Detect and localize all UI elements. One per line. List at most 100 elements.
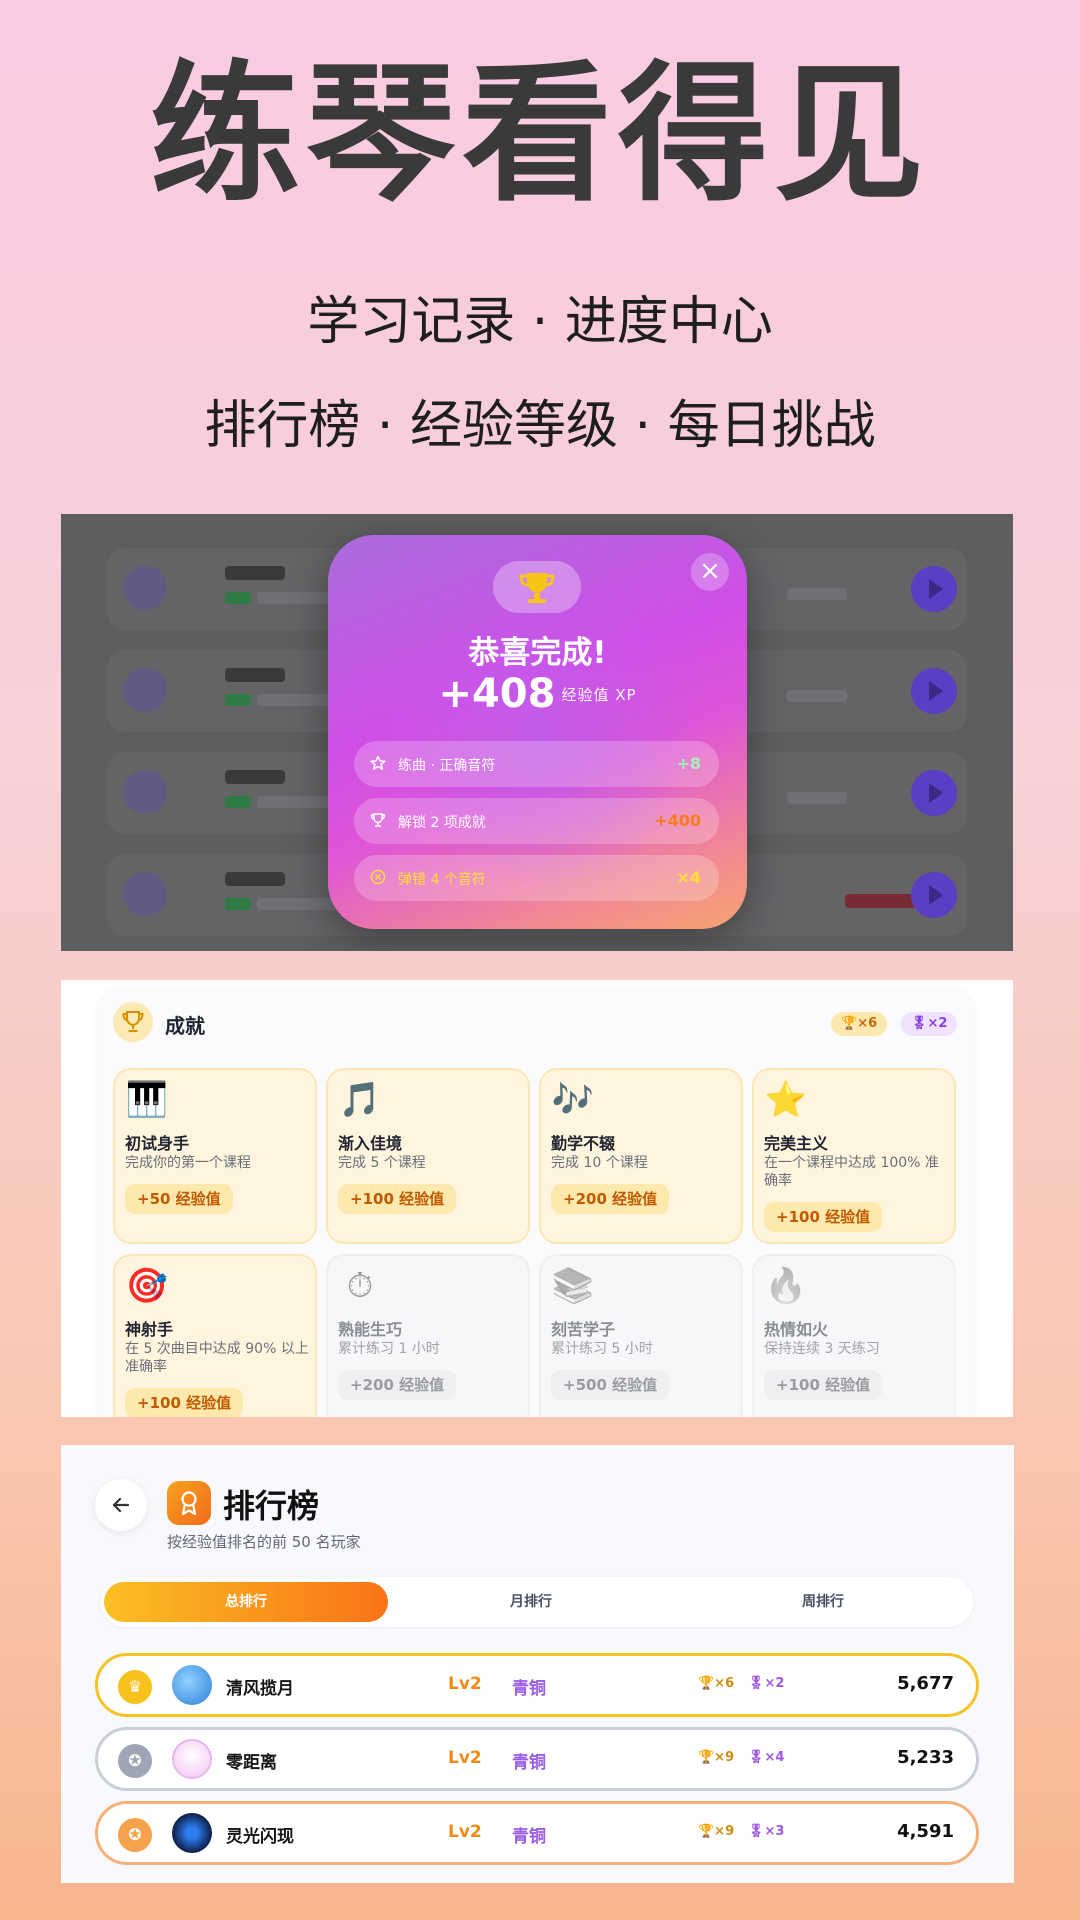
reward-row-notes: 练曲 · 正确音符 +8 [354,741,719,787]
leaderboard-row[interactable]: ✪ 灵光闪现 Lv2 青铜 🏆×9 🎖×3 4,591 [95,1801,979,1865]
tab-monthly[interactable]: 月排行 [431,1582,631,1622]
player-level: Lv2 [448,1674,482,1694]
xp-unit: 经验值 XP [561,685,637,704]
achievement-xp: +200 经验值 [551,1184,670,1214]
achievement-desc: 在一个课程中达成 100% 准确率 [764,1155,939,1189]
hero-title: 练琴看得见 [149,48,930,222]
reward-row-mistakes: 弹错 4 个音符 ×4 [354,855,719,901]
medal-count: 🎖×3 [748,1824,785,1839]
music-note-icon: 🎵 [338,1080,382,1120]
achievement-desc: 在 5 次曲目中达成 90% 以上准确率 [125,1341,309,1375]
tab-weekly[interactable]: 周排行 [723,1582,923,1622]
achievement-name: 完美主义 [764,1134,829,1153]
target-icon: 🎯 [125,1266,169,1306]
player-score: 5,233 [897,1747,954,1768]
player-level: Lv2 [448,1822,482,1842]
achievement-name: 刻苦学子 [551,1320,616,1339]
player-score: 5,677 [897,1673,954,1694]
achievement-xp: +50 经验值 [125,1184,233,1214]
ranking-tabs: 总排行 月排行 周排行 [101,1577,973,1627]
trophy-count: ×6 [857,1016,878,1031]
stopwatch-icon: ⏱ [346,1266,374,1306]
trophy-icon [370,812,386,832]
achievement-xp: +200 经验值 [338,1370,457,1400]
achievements-screenshot: 成就 🏆×6 🎖×2 🎹 初试身手 完成你的第一个课程 +50 经验值 🎵 渐入… [61,980,1013,1417]
achievement-name: 神射手 [125,1320,174,1339]
leaderboard-row[interactable]: ✪ 零距离 Lv2 青铜 🏆×9 🎖×4 5,233 [95,1727,979,1791]
achievement-tile[interactable]: 🎯 神射手 在 5 次曲目中达成 90% 以上准确率 +100 经验值 [113,1254,317,1417]
reward-value: ×4 [676,868,701,887]
music-notes-icon: 🎶 [551,1080,595,1120]
close-icon[interactable]: × [691,553,729,591]
achievement-tile[interactable]: 🎹 初试身手 完成你的第一个课程 +50 经验值 [113,1068,317,1244]
leaderboard-screenshot: 排行榜 按经验值排名的前 50 名玩家 总排行 月排行 周排行 ♛ 清风揽月 L… [61,1445,1014,1883]
leaderboard-title: 排行榜 [223,1487,320,1525]
medal-count: 🎖×4 [748,1750,785,1765]
achievements-title: 成就 [165,1014,205,1038]
achievement-xp: +100 经验值 [338,1184,457,1214]
achievement-xp: +100 经验值 [764,1370,883,1400]
xp-value: +408 [438,671,556,717]
trophy-icon [113,1002,153,1042]
player-name: 清风揽月 [226,1679,294,1699]
error-circle-icon [370,869,386,889]
medal-icon: ✪ [118,1744,152,1778]
player-tier: 青铜 [512,1827,546,1847]
achievement-desc: 保持连续 3 天练习 [764,1341,880,1357]
medal-icon [167,1481,211,1525]
leaderboard-row[interactable]: ♛ 清风揽月 Lv2 青铜 🏆×6 🎖×2 5,677 [95,1653,979,1717]
play-icon [911,566,957,612]
player-score: 4,591 [897,1821,954,1842]
reward-value: +400 [654,811,701,830]
trophy-count: 🏆×6 [698,1676,735,1691]
completion-screenshot: × 恭喜完成! +408 经验值 XP 练曲 · 正确音符 +8 解锁 2 项成… [61,514,1013,951]
back-button[interactable] [95,1479,147,1531]
fire-icon: 🔥 [764,1266,808,1306]
hero-subtitle-2: 排行榜 · 经验等级 · 每日挑战 [204,396,876,456]
achievement-tile[interactable]: 🎶 勤学不辍 完成 10 个课程 +200 经验值 [539,1068,743,1244]
star-icon [370,755,386,775]
reward-label: 弹错 4 个音符 [398,872,486,888]
player-tier: 青铜 [512,1753,546,1773]
achievement-desc: 累计练习 5 小时 [551,1341,653,1357]
hero-subtitle-1: 学习记录 · 进度中心 [307,292,773,352]
achievement-tile-locked[interactable]: 🔥 热情如火 保持连续 3 天练习 +100 经验值 [752,1254,956,1417]
avatar [172,1665,212,1705]
medal-count: 🎖×2 [748,1676,785,1691]
star-icon: ⭐ [764,1080,808,1120]
player-name: 零距离 [226,1753,277,1773]
play-icon [911,770,957,816]
player-name: 灵光闪现 [226,1827,294,1847]
achievement-tile-locked[interactable]: 📚 刻苦学子 累计练习 5 小时 +500 经验值 [539,1254,743,1417]
achievement-desc: 完成 10 个课程 [551,1155,648,1171]
play-icon [911,668,957,714]
player-tier: 青铜 [512,1679,546,1699]
achievement-name: 热情如火 [764,1320,829,1339]
achievement-tile[interactable]: 🎵 渐入佳境 完成 5 个课程 +100 经验值 [326,1068,530,1244]
achievement-desc: 完成你的第一个课程 [125,1155,251,1171]
player-level: Lv2 [448,1748,482,1768]
achievement-desc: 累计练习 1 小时 [338,1341,440,1357]
achievement-name: 渐入佳境 [338,1134,403,1153]
tab-overall[interactable]: 总排行 [104,1582,388,1622]
trophy-count: 🏆×9 [698,1824,735,1839]
achievement-name: 勤学不辍 [551,1134,616,1153]
medal-icon: ✪ [118,1818,152,1852]
completion-modal: × 恭喜完成! +408 经验值 XP 练曲 · 正确音符 +8 解锁 2 项成… [328,535,747,929]
achievement-xp: +100 经验值 [764,1202,883,1232]
reward-row-achievements: 解锁 2 项成就 +400 [354,798,719,844]
arrow-left-icon [112,1497,130,1513]
achievement-tile[interactable]: ⭐ 完美主义 在一个课程中达成 100% 准确率 +100 经验值 [752,1068,956,1244]
medal-count: ×2 [927,1016,948,1031]
achievement-xp: +100 经验值 [125,1388,244,1417]
achievement-xp: +500 经验值 [551,1370,670,1400]
play-icon [911,872,957,918]
piano-icon: 🎹 [125,1080,169,1120]
achievement-tile-locked[interactable]: ⏱ 熟能生巧 累计练习 1 小时 +200 经验值 [326,1254,530,1417]
medal-count-badge: 🎖×2 [901,1012,958,1036]
achievement-desc: 完成 5 个课程 [338,1155,426,1171]
reward-label: 解锁 2 项成就 [398,815,486,831]
modal-title: 恭喜完成! [468,635,607,671]
achievement-name: 熟能生巧 [338,1320,403,1339]
reward-value: +8 [676,754,701,773]
